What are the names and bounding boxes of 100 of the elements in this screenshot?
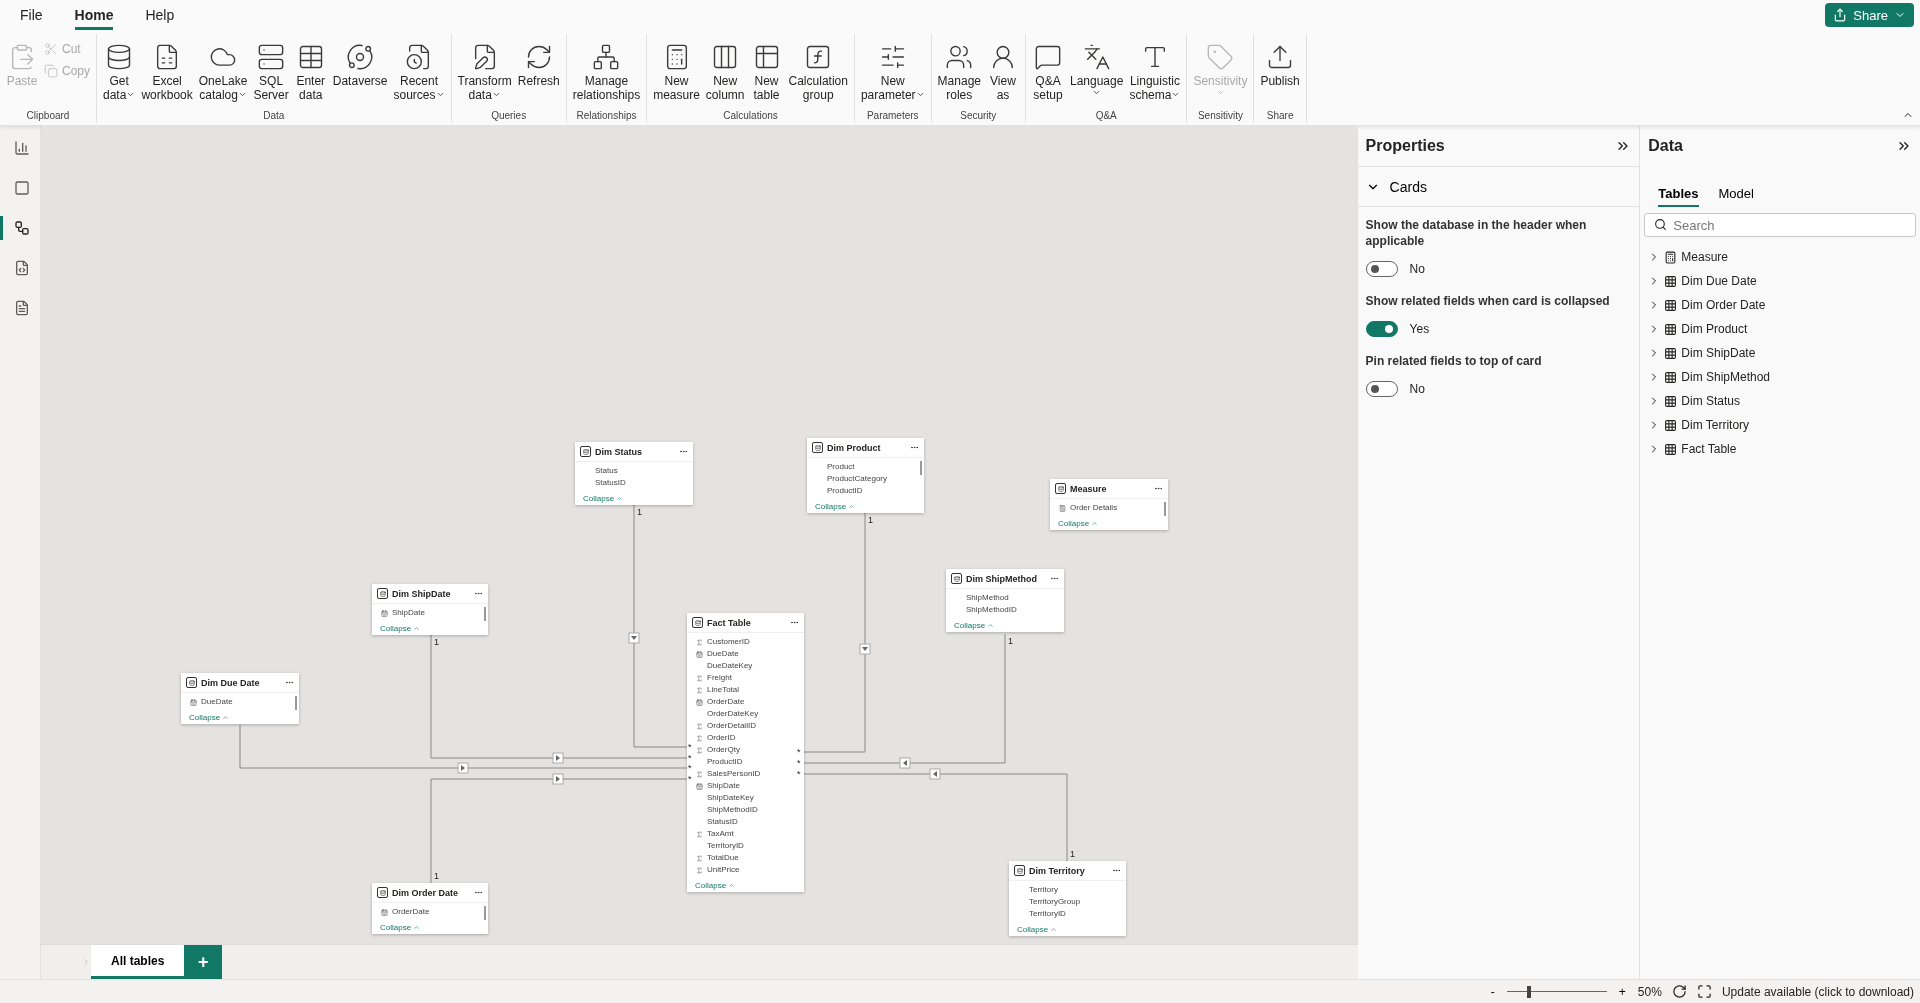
field-name[interactable]: OrderDateKey [707,709,759,719]
page-tab[interactable]: All tables [91,945,185,979]
field-name[interactable]: Freight [707,673,732,683]
collapse-link[interactable]: Collapse [380,922,412,932]
ribbon-button[interactable]: Manage roles [935,38,983,104]
table-card[interactable]: Dim ShipDate ShipDate Collapse [372,584,488,635]
table-card[interactable]: Dim Territory Territory TerritoryGroup TerritoryID Collapse [1009,861,1126,936]
more-icon[interactable] [285,678,294,687]
more-icon[interactable] [910,443,919,452]
more-icon[interactable] [790,618,799,627]
more-icon[interactable] [1050,574,1059,583]
field-name[interactable]: LineTotal [707,685,740,695]
collapse-link[interactable]: Collapse [189,712,221,722]
ribbon-button[interactable]: View as [985,38,1021,104]
tree-item[interactable]: Dim Order Date [1648,293,1912,317]
ribbon-button[interactable]: Language [1068,38,1126,99]
toggle-switch[interactable] [1365,381,1398,397]
field-name[interactable]: SalesPersonID [707,769,761,779]
field-name[interactable]: OrderDetailID [707,721,756,731]
field-name[interactable]: ShipMethodID [966,605,1017,615]
collapse-link[interactable]: Collapse [815,501,847,511]
ribbon-button[interactable]: Publish [1258,38,1302,90]
more-icon[interactable] [1154,484,1163,493]
field-name[interactable]: TaxAmt [707,829,734,839]
ribbon-button[interactable]: Manage relationships [570,38,643,104]
field-name[interactable]: StatusID [707,817,738,827]
ribbon-button[interactable]: New measure [651,38,702,104]
tree-item[interactable]: Dim Status [1648,389,1912,413]
ribbon-button[interactable]: New table [748,38,785,104]
ribbon-button[interactable]: Get data [101,38,138,104]
table-card[interactable]: Dim ShipMethod ShipMethod ShipMethodID Collapse [946,569,1064,632]
table-card[interactable]: Dim Order Date OrderDate Collapse [372,883,488,934]
ribbon-button[interactable]: Refresh [515,38,562,90]
ribbon-button[interactable]: New parameter [858,38,927,104]
reset-icon[interactable] [1671,984,1687,999]
field-name[interactable]: TerritoryGroup [1029,897,1081,907]
ribbon-button[interactable]: Enter data [292,38,329,104]
menu-tab[interactable]: Help [145,0,175,30]
field-name[interactable]: Territory [1029,885,1058,895]
field-name[interactable]: ShipMethodID [707,805,758,815]
ribbon-button[interactable]: Recent sources [391,38,447,104]
field-name[interactable]: ProductID [707,757,743,767]
field-name[interactable]: ShipDateKey [707,793,754,803]
tree-item[interactable]: Dim Product [1648,317,1912,341]
ribbon-button[interactable]: New column [703,38,747,104]
ribbon-button[interactable]: Linguistic schema [1127,38,1183,104]
scrollbar[interactable] [920,461,922,475]
zoom-in-button[interactable]: + [1616,984,1628,999]
table-card[interactable]: Dim Status Status StatusID Collapse [575,442,693,505]
field-name[interactable]: TotalDue [707,853,739,863]
menu-tab[interactable]: File [20,0,43,30]
collapse-link[interactable]: Collapse [1058,518,1090,528]
pane-tab[interactable]: Tables [1658,182,1699,207]
scrollbar[interactable] [484,607,486,621]
collapse-link[interactable]: Collapse [380,623,412,633]
table-card[interactable]: Dim Due Date DueDate Collapse [181,673,299,724]
table-card[interactable]: Dim Product Product ProductCategory ProductID Collapse [807,438,924,513]
field-name[interactable]: OrderDate [392,907,430,917]
field-name[interactable]: ProductCategory [827,474,888,484]
tree-item[interactable]: Dim Due Date [1648,269,1912,293]
field-name[interactable]: CustomerID [707,637,750,647]
fit-to-screen-icon[interactable] [1696,984,1712,999]
toggle-switch[interactable] [1365,321,1398,337]
ribbon-button[interactable]: OneLake catalog [196,38,250,104]
collapse-link[interactable]: Collapse [954,620,986,630]
field-name[interactable]: StatusID [595,478,626,488]
add-page-button[interactable]: + [184,945,223,979]
field-name[interactable]: TerritoryID [707,841,744,851]
field-name[interactable]: UnitPrice [707,865,740,875]
scrollbar[interactable] [1164,502,1166,516]
ribbon-button[interactable]: Q&A setup [1030,38,1066,104]
toggle-switch[interactable] [1365,261,1398,277]
table-card[interactable]: Measure Order Details Collapse [1050,479,1168,530]
search-field[interactable]: Search [1644,213,1916,237]
tree-item[interactable]: Dim ShipMethod [1648,365,1912,389]
field-name[interactable]: DueDateKey [707,661,753,671]
ribbon-button[interactable]: Calculation group [786,38,850,104]
tree-item[interactable]: Measure [1648,245,1912,269]
section-header[interactable]: Cards [1357,167,1640,207]
collapse-link[interactable]: Collapse [695,880,727,890]
collapse-link[interactable]: Collapse [583,493,615,503]
field-name[interactable]: OrderDate [707,697,745,707]
ribbon-button[interactable]: Transform data [455,38,514,104]
more-icon[interactable] [474,888,483,897]
field-name[interactable]: OrderID [707,733,736,743]
field-name[interactable]: Status [595,466,618,476]
share-button[interactable]: Share [1825,3,1914,27]
tree-item[interactable]: Dim Territory [1648,413,1912,437]
field-name[interactable]: OrderQty [707,745,740,755]
field-name[interactable]: Order Details [1070,503,1118,513]
scrollbar[interactable] [484,906,486,920]
table-card[interactable] [687,613,804,892]
field-name[interactable]: Product [827,462,855,472]
field-name[interactable]: ProductID [827,486,863,496]
zoom-out-button[interactable]: - [1488,984,1497,999]
field-name[interactable]: TerritoryID [1029,909,1066,919]
pane-tab[interactable]: Model [1718,182,1754,207]
ribbon-button[interactable]: SQL Server [251,38,291,104]
field-name[interactable]: ShipMethod [966,593,1009,603]
collapse-link[interactable]: Collapse [1017,924,1049,934]
